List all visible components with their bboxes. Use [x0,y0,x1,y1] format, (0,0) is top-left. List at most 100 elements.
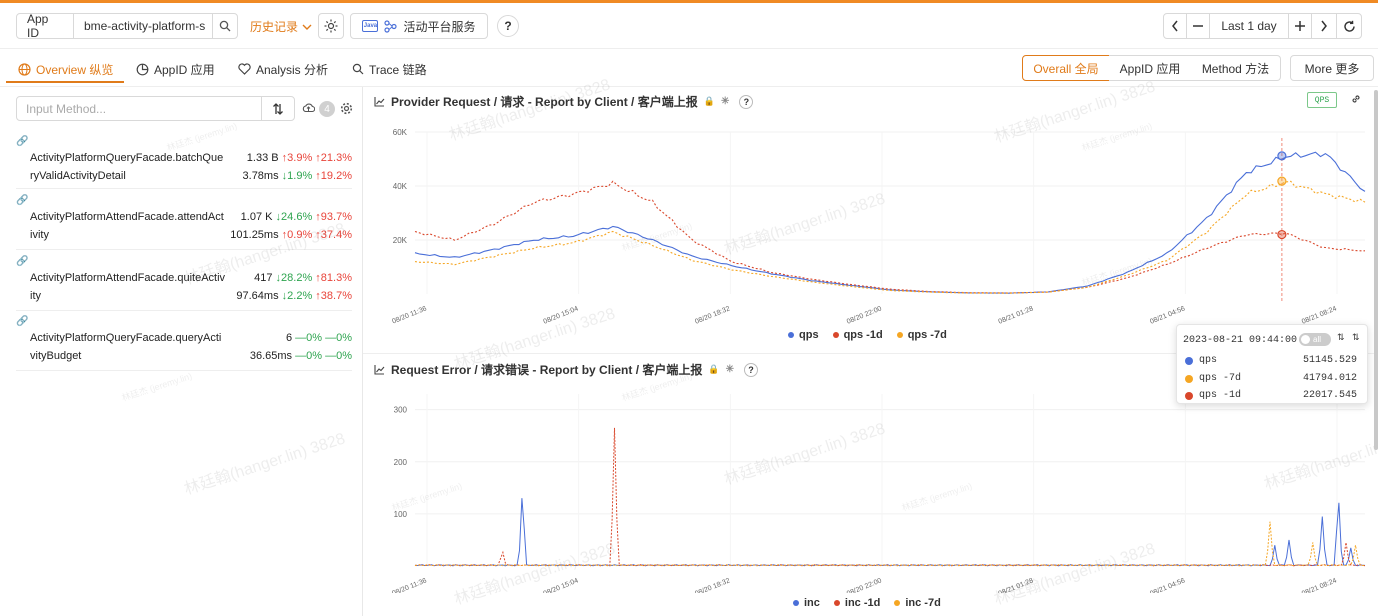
theme-toggle-button[interactable] [318,13,344,39]
tooltip-row: qps -1d 22017.545 [1185,390,1357,401]
time-range-selector[interactable]: Last 1 day [1209,13,1289,39]
request-chart-legend: qps qps -1d qps -7d [788,329,947,341]
series-line-qps-1d [414,180,1365,294]
refresh-button[interactable] [1336,13,1362,39]
legend-item[interactable]: qps -7d [896,329,947,341]
chart-tooltip: 2023-08-21 09:44:00 all ⇅ ⇅ qps 51145.529… [1176,324,1368,404]
cloud-upload-icon[interactable] [302,102,316,116]
panel-title: Provider Request / 请求 - Report by Client… [391,95,698,109]
sort-desc-icon[interactable]: ⇅ [1352,333,1360,343]
globe-icon [18,62,31,76]
series-line-inc-7d [414,521,1366,567]
tab-label: Trace 链路 [369,62,427,77]
time-range-label: Last 1 day [1221,19,1277,33]
method-name: ActivityPlatformAttendFacade.quiteActivi… [30,272,226,302]
x-tick-label: 08/20 11:36 [391,577,428,593]
tooltip-row: qps -7d 41794.012 [1185,373,1357,384]
series-line-inc-1d [414,427,1366,567]
error-panel-header: Request Error / 请求错误 - Report by Client … [374,361,758,378]
app-id-label: App ID [17,12,74,40]
help-icon[interactable]: ? [743,362,758,377]
more-button[interactable]: More 更多 [1290,55,1374,81]
plus-icon [1295,21,1305,31]
prev-range-button[interactable] [1163,13,1187,39]
y-tick-label: 100 [394,510,408,519]
x-tick-label: 08/21 08:24 [1301,305,1338,325]
tab-trace[interactable]: Trace 链路 [352,59,427,79]
error-chart[interactable]: 300 200 100 08/20 11:36 08/20 15:04 08/20 18:… [363,388,1373,593]
legend-item[interactable]: qps -1d [832,329,883,341]
divider [0,86,1378,87]
heart-icon [238,63,251,75]
request-panel-header: Provider Request / 请求 - Report by Client… [374,93,754,110]
search-icon[interactable] [211,14,238,38]
method-stats: 1.07 K ↓24.6% ↑93.7% 101.25ms ↑0.9% ↑37.… [230,211,352,241]
x-tick-label: 08/21 08:24 [1301,577,1338,593]
x-tick-label: 08/20 22:00 [846,305,883,325]
y-tick-label: 300 [394,406,408,415]
tab-overview[interactable]: Overview 纵览 [18,59,113,79]
link-icon[interactable] [1350,93,1362,108]
help-icon[interactable]: ? [739,94,754,109]
loading-icon: ✳ [725,364,734,375]
legend-item[interactable]: inc -1d [833,597,880,609]
series-line-qps [414,151,1366,294]
chevron-left-icon [1172,20,1178,32]
x-tick-label: 08/21 01:28 [998,305,1035,325]
method-item[interactable]: 🔗 ActivityPlatformQueryFacade.batchQuery… [16,135,352,185]
scrollbar[interactable] [1374,90,1378,450]
method-item[interactable]: 🔗 ActivityPlatformAttendFacade.quiteActi… [16,255,352,305]
method-item[interactable]: 🔗 ActivityPlatformAttendFacade.attendAct… [16,194,352,244]
settings-gear-icon[interactable] [340,102,353,118]
zoom-out-button[interactable] [1186,13,1210,39]
app-id-value[interactable]: bme-activity-platform-s [74,19,212,33]
service-label: 活动平台服务 [403,19,476,34]
sort-button[interactable] [261,96,295,121]
sort-asc-icon[interactable]: ⇅ [1337,333,1345,343]
method-search-input[interactable]: Input Method... [16,96,262,121]
minus-icon [1193,25,1203,27]
x-tick-label: 08/20 22:00 [846,577,883,593]
all-toggle[interactable]: all [1299,333,1331,346]
series-line-inc [414,498,1366,567]
zoom-in-button[interactable] [1288,13,1312,39]
scope-overall[interactable]: Overall 全局 [1022,55,1110,81]
tab-analysis[interactable]: Analysis 分析 [238,59,328,79]
method-name: ActivityPlatformQueryFacade.batchQueryVa… [30,152,224,182]
legend-item[interactable]: inc [793,597,820,609]
legend-item[interactable]: qps [788,329,819,341]
next-range-button[interactable] [1311,13,1337,39]
refresh-icon [1343,20,1355,32]
divider [16,370,352,371]
request-chart[interactable]: 60K 40K 20K 08/20 11:36 08/20 15:04 08/20 18:… [363,118,1373,328]
series-line-qps-7d [414,180,1366,294]
pie-icon [136,63,149,75]
method-stats: 6 —0% —0% 36.65ms —0% —0% [249,332,352,362]
error-chart-legend: inc inc -1d inc -7d [793,597,941,609]
search-icon [352,63,364,75]
lock-icon: 🔒 [708,364,720,374]
method-stats: 1.33 B ↑3.9% ↑21.3% 3.78ms ↓1.9% ↑19.2% [242,152,352,182]
x-tick-label: 08/20 15:04 [543,305,580,325]
legend-item[interactable]: inc -7d [894,597,941,609]
panel-title: Request Error / 请求错误 - Report by Client … [391,363,703,377]
search-placeholder: Input Method... [26,101,107,116]
method-name: ActivityPlatformQueryFacade.queryActivit… [30,332,222,362]
hover-point [1277,176,1287,186]
app-id-selector[interactable]: App ID bme-activity-platform-s [16,12,238,40]
method-item[interactable]: 🔗 ActivityPlatformQueryFacade.queryActiv… [16,315,352,365]
y-tick-label: 60K [393,128,408,137]
count-badge: 4 [319,101,335,117]
service-button[interactable]: Java 活动平台服务 [350,13,488,39]
watermark: 林廷杰 (jeremy.lin) [120,370,194,404]
watermark: 林廷翰(hanger.lin) 3828 [182,430,348,499]
link-icon: 🔗 [16,136,29,147]
scope-appid[interactable]: AppID 应用 [1109,55,1192,81]
unit-badge: QPS [1307,92,1337,108]
lock-icon: 🔒 [703,96,715,106]
y-tick-label: 40K [393,182,408,191]
history-dropdown[interactable]: 历史记录 [250,18,312,35]
scope-method[interactable]: Method 方法 [1191,55,1281,81]
help-button[interactable]: ? [497,15,519,37]
tab-appid[interactable]: AppID 应用 [136,59,215,79]
